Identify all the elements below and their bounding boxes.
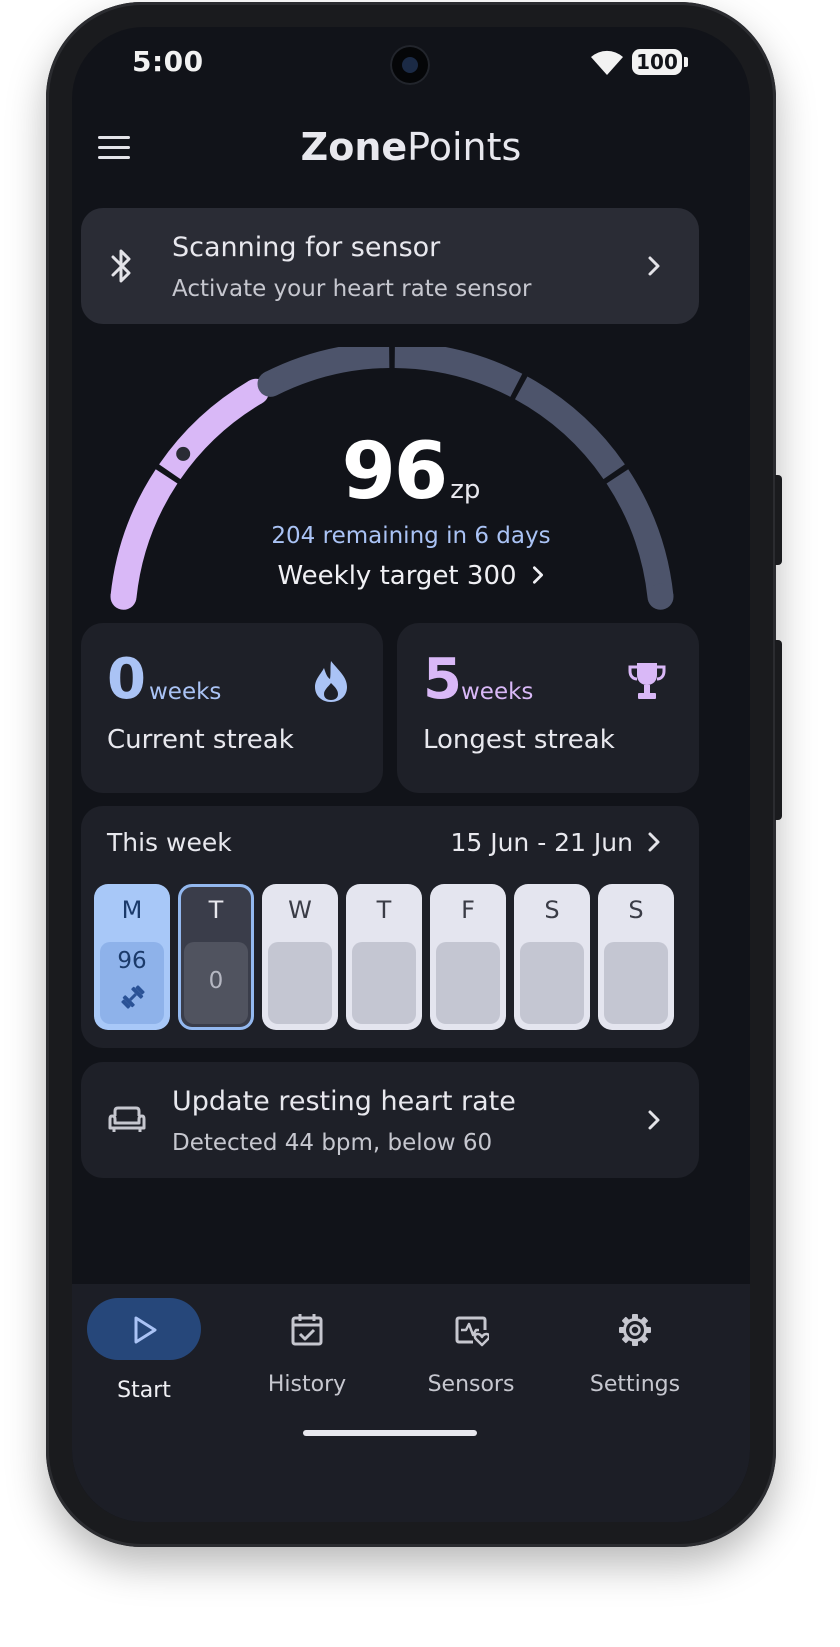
nav-item-start[interactable]: Start [78, 1298, 228, 1408]
nav-item-sensors[interactable]: Sensors [396, 1298, 546, 1408]
day-letter: F [461, 896, 475, 924]
volume-button [775, 640, 782, 820]
day-bar [604, 942, 668, 1024]
resting-hr-subtitle: Detected 44 bpm, below 60 [172, 1130, 493, 1156]
points-number: 96 [341, 427, 449, 517]
nav-label-history: History [267, 1372, 347, 1397]
current-streak-label: Current streak [107, 725, 294, 755]
gear-icon [619, 1314, 651, 1346]
day-letter: T [376, 896, 392, 924]
chevron-right-icon [532, 566, 543, 584]
week-days-row: M 96 T 0 W T F S S [94, 884, 678, 1032]
points-unit: zp [450, 475, 481, 505]
status-time: 5:00 [132, 45, 204, 78]
day-letter: M [121, 896, 143, 924]
day-points: 96 [117, 948, 147, 974]
day-cell-sunday[interactable]: S [598, 884, 674, 1030]
day-bar [520, 942, 584, 1024]
nav-item-history[interactable]: History [232, 1298, 382, 1408]
day-letter: T [208, 896, 224, 924]
power-button [775, 475, 782, 565]
day-bar: 96 [100, 942, 164, 1024]
gauge-track-segment [394, 347, 523, 397]
current-streak-card: 0 weeks Current streak [81, 623, 383, 793]
front-camera [390, 45, 430, 85]
nav-label-sensors: Sensors [427, 1372, 515, 1397]
chevron-right-icon [648, 1110, 660, 1130]
day-bar: 0 [184, 942, 248, 1024]
day-bar [352, 942, 416, 1024]
day-cell-thursday[interactable]: T [346, 884, 422, 1030]
day-cell-wednesday[interactable]: W [262, 884, 338, 1030]
play-icon [134, 1316, 157, 1344]
sensor-banner-subtitle: Activate your heart rate sensor [172, 276, 532, 302]
longest-streak-label: Longest streak [423, 725, 615, 755]
trophy-icon [628, 663, 666, 699]
weekly-target-link[interactable]: Weekly target 300 [72, 561, 750, 591]
day-cell-tuesday[interactable]: T 0 [178, 884, 254, 1030]
battery-indicator: 100 [632, 49, 688, 75]
flame-icon [315, 661, 347, 702]
nav-label-settings: Settings [589, 1372, 681, 1397]
week-date-range: 15 Jun - 21 Jun [450, 828, 633, 857]
day-letter: W [288, 896, 312, 924]
weekly-target-label: Weekly target 300 [277, 561, 517, 591]
day-bar [268, 942, 332, 1024]
longest-streak-value: 5 [423, 647, 462, 712]
dumbbell-icon [121, 985, 145, 1009]
nav-label-start: Start [117, 1378, 171, 1403]
longest-streak-card: 5 weeks Longest streak [397, 623, 699, 793]
sensor-scanning-banner[interactable]: Scanning for sensor Activate your heart … [81, 208, 699, 324]
day-cell-friday[interactable]: F [430, 884, 506, 1030]
sofa-icon [108, 1106, 146, 1132]
resting-heart-rate-card[interactable]: Update resting heart rate Detected 44 bp… [81, 1062, 699, 1178]
app-title-bold: Zone [300, 125, 408, 169]
wifi-icon [591, 50, 623, 75]
chevron-right-icon [648, 832, 660, 852]
day-points: 0 [208, 968, 224, 994]
bottom-navigation: Start History Sensors Settings [72, 1284, 750, 1522]
heart-monitor-icon [455, 1316, 489, 1347]
chevron-right-icon [648, 256, 660, 276]
longest-streak-unit: weeks [461, 679, 534, 705]
home-indicator[interactable] [303, 1430, 477, 1436]
this-week-title: This week [107, 828, 232, 857]
gauge-track-segment [264, 347, 390, 396]
day-letter: S [628, 896, 644, 924]
bluetooth-icon [111, 249, 131, 283]
calendar-check-icon [291, 1314, 323, 1346]
resting-hr-title: Update resting heart rate [172, 1086, 516, 1117]
day-cell-monday[interactable]: M 96 [94, 884, 170, 1030]
app-title: ZonePoints [72, 125, 750, 169]
app-title-regular: Points [407, 125, 522, 169]
gauge-track-start-cap [257, 370, 284, 397]
points-remaining: 204 remaining in 6 days [271, 523, 551, 549]
current-streak-value: 0 [107, 647, 146, 712]
day-letter: S [544, 896, 560, 924]
day-bar [436, 942, 500, 1024]
day-cell-saturday[interactable]: S [514, 884, 590, 1030]
sensor-banner-title: Scanning for sensor [172, 232, 441, 263]
nav-item-settings[interactable]: Settings [560, 1298, 710, 1408]
this-week-card[interactable]: This week 15 Jun - 21 Jun M 96 T 0 W T F… [81, 806, 699, 1048]
weekly-points-value: 96 zp [72, 427, 750, 517]
current-streak-unit: weeks [149, 679, 222, 705]
app-screen: 5:00 100 ZonePoints Scanning for sensor … [72, 27, 750, 1522]
